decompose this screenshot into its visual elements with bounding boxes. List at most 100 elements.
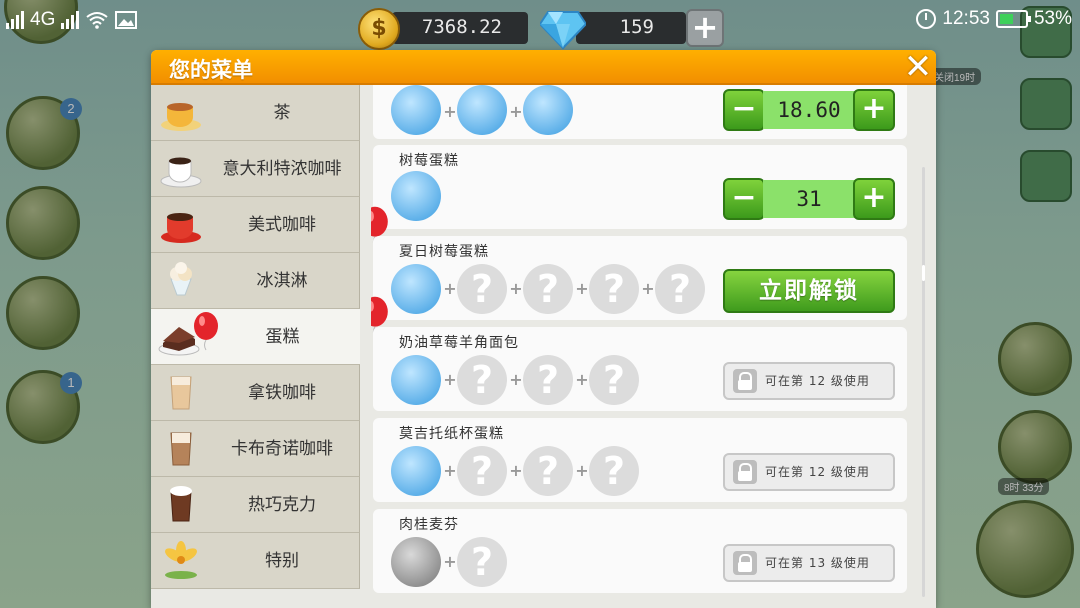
category-tea[interactable]: 茶 bbox=[151, 85, 360, 141]
category-cake[interactable]: 蛋糕 bbox=[151, 309, 360, 365]
unknown-ingredient-icon: ? bbox=[523, 446, 573, 496]
recipe-item: 夏日树莓蛋糕 + ? + ? + ? + ? 立即解锁 bbox=[373, 236, 907, 320]
plus-sign: + bbox=[509, 279, 523, 298]
plus-sign: + bbox=[443, 370, 457, 389]
plus-sign: + bbox=[509, 461, 523, 480]
unknown-ingredient-icon: ? bbox=[523, 264, 573, 314]
locked-level-button: 可在第 12 级使用 bbox=[723, 453, 895, 491]
unlock-level-label: 可在第 12 级使用 bbox=[765, 465, 870, 479]
category-label: 意大利特浓咖啡 bbox=[222, 159, 342, 179]
plus-sign: + bbox=[575, 370, 589, 389]
croissant-icon bbox=[391, 355, 441, 405]
status-time: 12:53 bbox=[942, 8, 990, 29]
category-label: 卡布奇诺咖啡 bbox=[231, 439, 333, 459]
recipe-name: 肉桂麦芬 bbox=[399, 517, 459, 533]
unknown-ingredient-icon: ? bbox=[589, 264, 639, 314]
unknown-ingredient-icon: ? bbox=[523, 355, 573, 405]
image-notification-icon bbox=[115, 11, 138, 29]
ice-cream-icon bbox=[170, 262, 192, 296]
category-americano[interactable]: 美式咖啡 bbox=[151, 197, 360, 253]
diamond-icon bbox=[540, 11, 586, 50]
signal-strength-2-icon bbox=[61, 11, 80, 29]
plus-sign: + bbox=[443, 552, 457, 571]
category-label: 美式咖啡 bbox=[248, 215, 316, 235]
recipe-name: 夏日树莓蛋糕 bbox=[399, 244, 489, 260]
chat-icon[interactable] bbox=[1020, 78, 1072, 130]
category-ice-cream[interactable]: 冰淇淋 bbox=[151, 253, 360, 309]
price-value: 18.60 bbox=[763, 91, 855, 129]
category-espresso[interactable]: 意大利特浓咖啡 bbox=[151, 141, 360, 197]
ice-cream-icon bbox=[457, 85, 507, 135]
croissant-icon bbox=[391, 85, 441, 135]
tea-cup-icon bbox=[161, 103, 201, 131]
close-button[interactable]: ✕ bbox=[902, 50, 934, 84]
cash-register-icon[interactable] bbox=[976, 500, 1074, 598]
category-label: 拿铁咖啡 bbox=[248, 383, 316, 403]
price-stepper: − 31 + bbox=[723, 178, 895, 220]
raspberry-cake-icon bbox=[391, 171, 441, 221]
add-gems-button[interactable]: + bbox=[686, 9, 724, 47]
coin-balance: 7368.22 bbox=[392, 12, 528, 44]
locked-level-button: 可在第 13 级使用 bbox=[723, 544, 895, 582]
recipe-item: 莫吉托纸杯蛋糕 + ? + ? + ? 可在第 12 级使用 bbox=[373, 418, 907, 502]
locked-level-button: 可在第 12 级使用 bbox=[723, 362, 895, 400]
battery-icon bbox=[995, 10, 1031, 28]
order-timer-label: 8时 33分 bbox=[998, 478, 1050, 495]
price-value: 31 bbox=[763, 180, 855, 218]
recipe-item: + + − 18.60 + bbox=[373, 85, 907, 139]
dialog-title: 您的菜单 bbox=[169, 58, 253, 82]
gift-badge: 1 bbox=[60, 372, 82, 394]
category-label: 热巧克力 bbox=[248, 495, 316, 515]
recipe-list[interactable]: + + − 18.60 + 树莓蛋糕 − 31 + 夏日树莓蛋糕 + ? + ?… bbox=[371, 85, 936, 608]
coffee-order-icon[interactable] bbox=[998, 410, 1072, 484]
espresso-cup-icon bbox=[160, 157, 202, 188]
unlock-level-label: 可在第 12 级使用 bbox=[765, 374, 870, 388]
category-cappuccino[interactable]: 卡布奇诺咖啡 bbox=[151, 421, 360, 477]
lock-icon bbox=[733, 460, 757, 484]
category-label: 茶 bbox=[273, 103, 291, 123]
lock-icon bbox=[733, 369, 757, 393]
unknown-ingredient-icon: ? bbox=[589, 355, 639, 405]
decrease-price-button[interactable]: − bbox=[723, 178, 765, 220]
price-stepper: − 18.60 + bbox=[723, 89, 895, 131]
increase-price-button[interactable]: + bbox=[853, 89, 895, 131]
recipe-name: 树莓蛋糕 bbox=[399, 153, 459, 169]
gamepad-icon[interactable] bbox=[1020, 150, 1072, 202]
hot-chocolate-icon bbox=[170, 486, 192, 522]
scrollbar-thumb[interactable] bbox=[922, 265, 925, 281]
menu-dialog: 您的菜单 ✕ 茶 意大利特浓咖啡 美式咖啡 冰淇淋 蛋糕 拿铁咖啡 卡布奇诺咖啡… bbox=[151, 50, 936, 608]
signal-strength-icon bbox=[6, 11, 24, 29]
category-hot-chocolate[interactable]: 热巧克力 bbox=[151, 477, 360, 533]
unlock-now-button[interactable]: 立即解锁 bbox=[723, 269, 895, 313]
category-special[interactable]: 特别 bbox=[151, 533, 360, 589]
wifi-icon bbox=[86, 12, 108, 29]
unknown-ingredient-icon: ? bbox=[457, 355, 507, 405]
scrollbar-track[interactable] bbox=[922, 167, 925, 597]
plus-sign: + bbox=[509, 102, 523, 121]
plus-sign: + bbox=[509, 370, 523, 389]
alarm-icon bbox=[916, 9, 937, 29]
increase-price-button[interactable]: + bbox=[853, 178, 895, 220]
unknown-ingredient-icon: ? bbox=[457, 446, 507, 496]
recipe-item: 肉桂麦芬 + ? 可在第 13 级使用 bbox=[373, 509, 907, 593]
telephone-icon[interactable] bbox=[6, 276, 80, 350]
category-sidebar: 茶 意大利特浓咖啡 美式咖啡 冰淇淋 蛋糕 拿铁咖啡 卡布奇诺咖啡 热巧克力 特… bbox=[151, 85, 360, 608]
category-latte[interactable]: 拿铁咖啡 bbox=[151, 365, 360, 421]
special-flower-icon bbox=[165, 541, 197, 579]
dialog-header: 您的菜单 ✕ bbox=[151, 50, 936, 85]
americano-cup-icon bbox=[161, 213, 201, 243]
latte-glass-icon bbox=[170, 376, 192, 410]
recipe-name: 奶油草莓羊角面包 bbox=[399, 335, 519, 351]
unknown-ingredient-icon: ? bbox=[655, 264, 705, 314]
decrease-price-button[interactable]: − bbox=[723, 89, 765, 131]
muffin-icon bbox=[391, 537, 441, 587]
unknown-ingredient-icon: ? bbox=[457, 264, 507, 314]
category-label: 冰淇淋 bbox=[256, 271, 308, 291]
unknown-ingredient-icon: ? bbox=[457, 537, 507, 587]
plus-sign: + bbox=[575, 461, 589, 480]
map-icon[interactable] bbox=[998, 322, 1072, 396]
cupcake-icon bbox=[391, 446, 441, 496]
cooking-pot-icon[interactable] bbox=[6, 186, 80, 260]
plus-sign: + bbox=[443, 102, 457, 121]
network-type: 4G bbox=[30, 9, 56, 30]
